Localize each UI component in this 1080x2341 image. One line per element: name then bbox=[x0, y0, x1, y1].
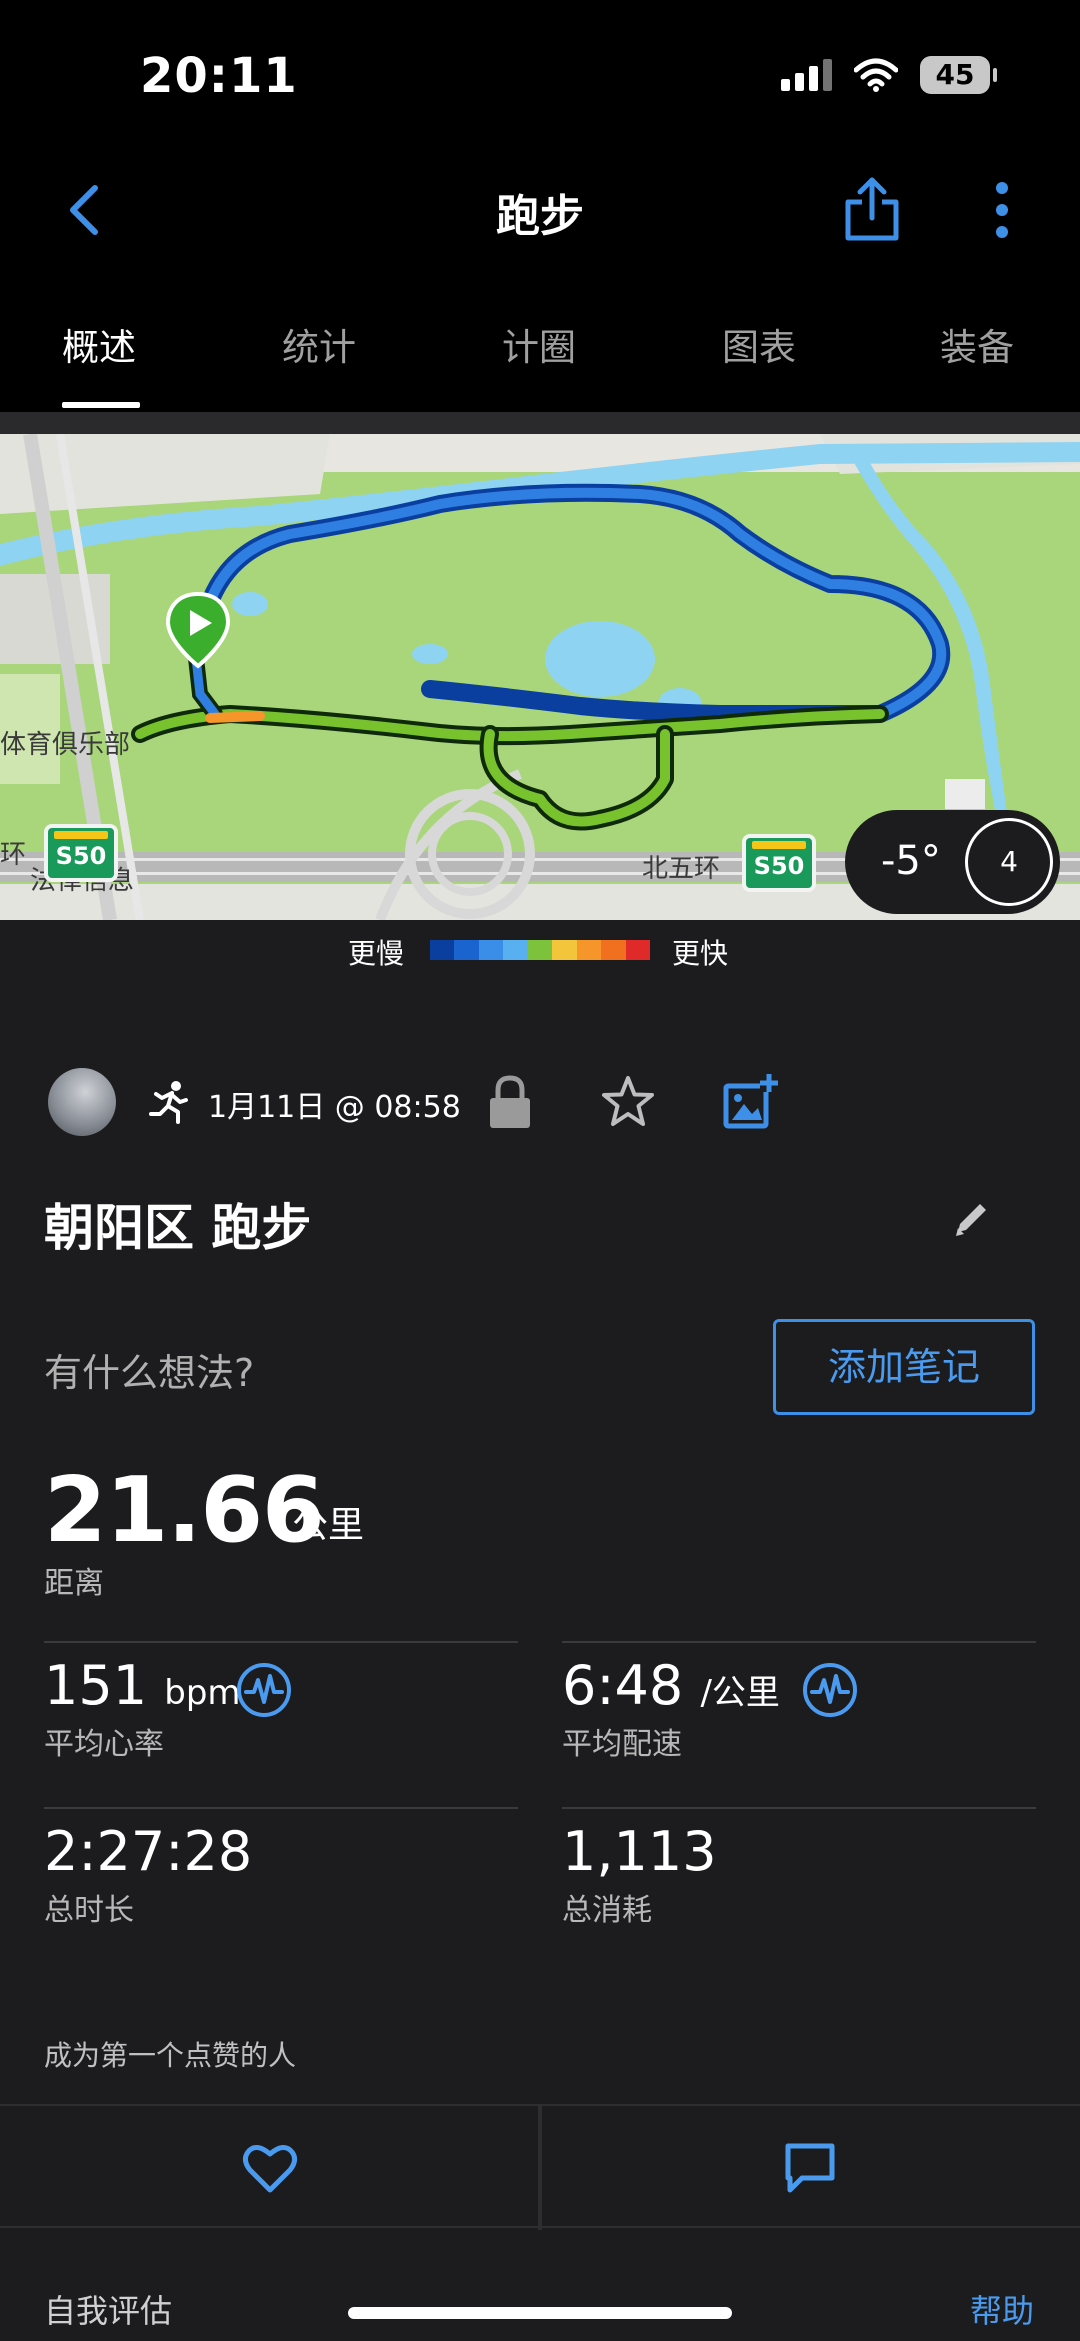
avatar[interactable] bbox=[48, 1068, 116, 1136]
distance-label: 距离 bbox=[44, 1566, 104, 1601]
social-actions bbox=[0, 2104, 1080, 2230]
wind-speed: 4 bbox=[965, 818, 1053, 906]
divider bbox=[562, 1807, 1036, 1809]
avg-hr-label: 平均心率 bbox=[44, 1727, 164, 1762]
pace-color-segment bbox=[625, 940, 650, 960]
tab-charts[interactable]: 图表 bbox=[722, 317, 796, 371]
pace-color-segment bbox=[454, 940, 479, 960]
pace-color-bar bbox=[430, 940, 650, 960]
distance-block: 21.66 公里 距离 bbox=[44, 1458, 364, 1601]
like-heart-icon[interactable] bbox=[242, 2142, 298, 2194]
temperature: -5° bbox=[881, 838, 941, 884]
avg-pace-label: 平均配速 bbox=[562, 1727, 682, 1762]
duration-label: 总时长 bbox=[44, 1893, 134, 1928]
map-label-ring-road: 北五环 bbox=[642, 854, 721, 884]
thoughts-prompt[interactable]: 有什么想法? bbox=[44, 1342, 254, 1397]
avg-hr-value: 151 bbox=[44, 1654, 148, 1717]
tab-laps[interactable]: 计圈 bbox=[502, 317, 576, 371]
add-note-button[interactable]: 添加笔记 bbox=[773, 1319, 1035, 1415]
tab-gear[interactable]: 装备 bbox=[940, 317, 1014, 371]
battery-indicator: 45 bbox=[920, 56, 997, 94]
lock-icon[interactable] bbox=[486, 1074, 534, 1130]
pace-color-segment bbox=[601, 940, 626, 960]
legend-slow-label: 更慢 bbox=[348, 937, 405, 970]
home-indicator[interactable] bbox=[348, 2307, 732, 2319]
wifi-icon bbox=[854, 58, 898, 92]
nav-bar: 跑步 bbox=[0, 160, 1080, 260]
cellular-signal-icon bbox=[781, 59, 832, 91]
calories-value: 1,113 bbox=[562, 1820, 717, 1883]
likes-text: 成为第一个点赞的人 bbox=[44, 2039, 297, 2072]
separator bbox=[0, 412, 1080, 434]
status-time: 20:11 bbox=[140, 48, 298, 104]
pace-color-segment bbox=[430, 940, 455, 960]
star-icon[interactable] bbox=[600, 1074, 656, 1130]
pace-chart-icon[interactable] bbox=[802, 1662, 858, 1718]
pace-color-segment bbox=[527, 940, 553, 960]
pace-legend: 更慢 更快 bbox=[0, 920, 1080, 980]
pace-color-segment bbox=[478, 940, 504, 960]
avg-pace: 6:48 /公里 平均配速 bbox=[562, 1654, 780, 1763]
legend-fast-label: 更快 bbox=[672, 937, 729, 970]
pace-color-segment bbox=[503, 940, 528, 960]
help-link[interactable]: 帮助 bbox=[970, 2286, 1034, 2332]
divider bbox=[562, 1641, 1036, 1643]
calories-label: 总消耗 bbox=[562, 1893, 652, 1928]
more-options-icon[interactable] bbox=[990, 180, 1014, 240]
tab-overview[interactable]: 概述 bbox=[62, 317, 136, 371]
pace-color-segment bbox=[552, 940, 577, 960]
activity-datetime: 1月11日 @ 08:58 bbox=[208, 1090, 461, 1125]
avg-pace-value: 6:48 bbox=[562, 1654, 684, 1717]
distance-unit: 公里 bbox=[292, 1505, 365, 1546]
active-tab-indicator bbox=[62, 402, 140, 408]
activity-title: 朝阳区 跑步 bbox=[44, 1199, 312, 1257]
total-calories: 1,113 总消耗 bbox=[562, 1820, 717, 1929]
add-photo-icon[interactable] bbox=[722, 1072, 780, 1130]
activity-meta-row: 1月11日 @ 08:58 bbox=[48, 1068, 1048, 1138]
top-header: 20:11 45 跑步 概述 统计 计圈 图表 装备 bbox=[0, 0, 1080, 412]
avg-pace-unit: /公里 bbox=[700, 1673, 780, 1713]
distance-value: 21.66 bbox=[44, 1458, 325, 1563]
avg-hr-unit: bpm bbox=[164, 1673, 241, 1713]
running-icon bbox=[149, 1081, 188, 1124]
tab-stats[interactable]: 统计 bbox=[282, 317, 356, 371]
heart-rate-chart-icon[interactable] bbox=[236, 1662, 292, 1718]
road-shield-right: S50 bbox=[742, 834, 816, 892]
duration-value: 2:27:28 bbox=[44, 1820, 253, 1883]
page-title: 跑步 bbox=[496, 191, 584, 242]
divider bbox=[44, 1641, 518, 1643]
self-evaluation-label: 自我评估 bbox=[44, 2292, 173, 2330]
status-icons: 45 bbox=[781, 56, 997, 94]
edit-pencil-icon[interactable] bbox=[952, 1198, 992, 1238]
action-separator bbox=[538, 2106, 542, 2230]
pace-color-segment bbox=[576, 940, 602, 960]
map-label-club: 体育俱乐部 bbox=[0, 730, 131, 760]
total-duration: 2:27:28 总时长 bbox=[44, 1820, 252, 1929]
comment-icon[interactable] bbox=[784, 2142, 836, 2194]
road-shield-left: S50 bbox=[44, 824, 118, 882]
share-icon[interactable] bbox=[840, 174, 904, 244]
map-label-ring: 环 bbox=[0, 840, 27, 870]
weather-badge: -5° 4 bbox=[845, 810, 1060, 914]
avg-heart-rate: 151 bpm 平均心率 bbox=[44, 1654, 241, 1763]
tab-bar: 概述 统计 计圈 图表 装备 bbox=[0, 305, 1080, 410]
divider bbox=[44, 1807, 518, 1809]
